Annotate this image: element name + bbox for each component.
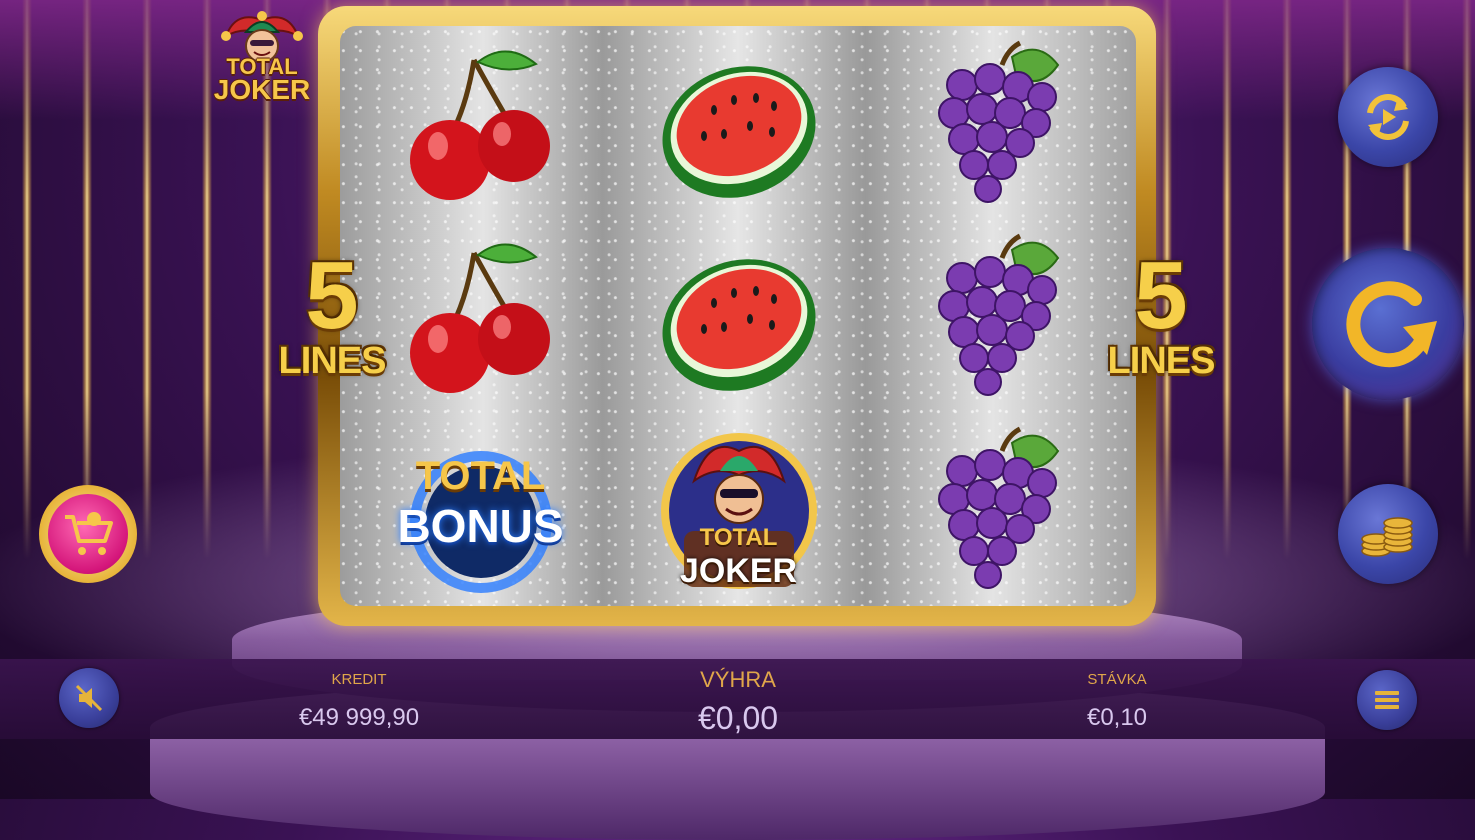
- credit-value: €49 999,90: [298, 704, 420, 731]
- symbol-total-joker: TOTAL JOKER: [606, 414, 871, 606]
- paylines-label-right: LINES: [1107, 340, 1216, 382]
- symbol-cherry: [348, 28, 613, 221]
- symbol-grapes: [864, 414, 1129, 606]
- reel-window: TOTAL BONUS TOTAL JOKER: [340, 26, 1136, 606]
- sound-toggle-button[interactable]: [59, 668, 119, 728]
- paylines-indicator-right: 5 LINES: [1101, 242, 1221, 382]
- paylines-indicator-left: 5 LINES: [272, 242, 392, 382]
- autoplay-icon: [1367, 94, 1409, 140]
- menu-button[interactable]: [1357, 670, 1417, 730]
- spin-icon: [1346, 281, 1437, 368]
- bet-button[interactable]: [1338, 484, 1438, 584]
- win-label: VÝHRA: [700, 667, 776, 692]
- shopping-cart-icon: [65, 512, 113, 555]
- win-value: €0,00: [697, 700, 779, 736]
- menu-icon: [1375, 691, 1399, 709]
- shop-button[interactable]: [39, 485, 137, 583]
- symbol-grapes: [864, 221, 1129, 414]
- paylines-label-left: LINES: [278, 340, 387, 382]
- game-logo: TOTAL JOKER: [206, 6, 318, 106]
- logo-text-joker: JOKER: [213, 74, 311, 105]
- bonus-text-bonus: BONUS: [397, 500, 564, 552]
- joker-text-total: TOTAL: [699, 524, 778, 551]
- spin-button[interactable]: [1312, 248, 1464, 400]
- symbol-watermelon: [606, 221, 871, 414]
- shop-button-inner: [48, 494, 128, 574]
- symbol-watermelon: [606, 28, 871, 221]
- credit-label: KREDIT: [331, 671, 387, 688]
- symbol-grapes: [864, 28, 1129, 221]
- bonus-text-total: TOTAL: [415, 454, 546, 498]
- paylines-count-left: 5: [305, 242, 359, 349]
- bet-value: €0,10: [1086, 704, 1148, 731]
- autoplay-button[interactable]: [1338, 67, 1438, 167]
- symbol-total-bonus: TOTAL BONUS: [348, 414, 613, 606]
- bet-label: STÁVKA: [1087, 671, 1147, 688]
- joker-text-joker: JOKER: [679, 552, 798, 590]
- paylines-count-right: 5: [1134, 242, 1188, 349]
- sound-muted-icon: [75, 684, 103, 712]
- coins-icon: [1361, 517, 1413, 557]
